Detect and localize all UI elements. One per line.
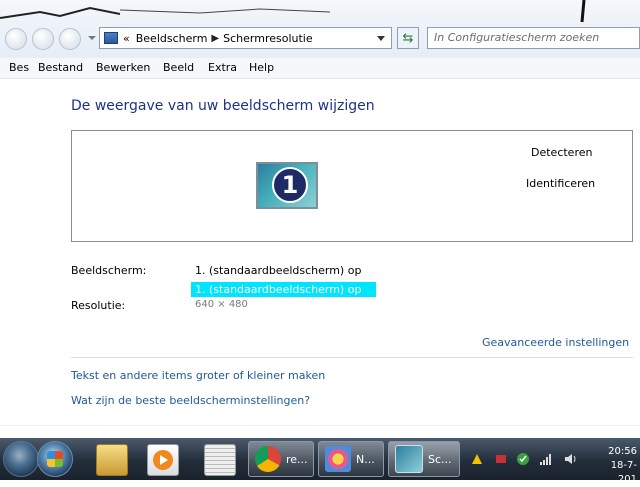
best-settings-link[interactable]: Wat zijn de beste beeldscherminstellinge…	[71, 394, 310, 407]
address-bar[interactable]: « Beeldscherm ▶ Schermresolutie	[99, 27, 392, 49]
taskbar-task-chrome[interactable]: re...	[248, 441, 314, 477]
clock-date: 18-7-201	[610, 460, 637, 485]
display-settings-icon	[395, 445, 423, 473]
decorative-scribble	[0, 0, 586, 23]
refresh-icon: ⇆	[402, 30, 414, 46]
explorer-icon[interactable]	[96, 444, 128, 476]
monitor-icon[interactable]: 1	[256, 162, 318, 209]
detect-button[interactable]: Detecteren	[531, 146, 592, 159]
resolution-label: Resolutie:	[71, 299, 126, 312]
menu-extra[interactable]: Extra	[208, 61, 237, 74]
divider	[71, 357, 633, 358]
menu-bestand[interactable]: Bestand	[38, 61, 83, 74]
monitor-arrangement-panel: 1 Detecteren Identificeren	[71, 130, 633, 242]
display-label: Beeldscherm:	[71, 264, 147, 277]
taskbar-task-schermresolutie[interactable]: Sc...	[388, 441, 460, 477]
taskbar-clock[interactable]: 20:56 18-7-201	[593, 445, 637, 487]
address-dropdown-icon[interactable]	[377, 36, 385, 41]
breadcrumb-schermresolutie[interactable]: Schermresolutie	[223, 32, 313, 45]
breadcrumb-prefix[interactable]: «	[123, 32, 130, 45]
task-label: re...	[286, 452, 308, 466]
taskbar: re... N... Sc...	[0, 438, 640, 480]
taskbar-task-paint[interactable]: N...	[318, 441, 384, 477]
page-title: De weergave van uw beeldscherm wijzigen	[71, 98, 375, 114]
menu-bar: Bes Bestand Bewerken Beeld Extra Help	[0, 58, 640, 79]
control-panel-icon	[104, 32, 118, 44]
menu-beeld[interactable]: Beeld	[163, 61, 194, 74]
breadcrumb-separator-icon[interactable]: ▶	[211, 33, 219, 44]
chevron-down-icon[interactable]	[88, 36, 96, 40]
display-select[interactable]: 1. (standaardbeeldscherm) op	[195, 264, 361, 277]
text-size-link[interactable]: Tekst en andere items groter of kleiner …	[71, 369, 325, 382]
monitor-number: 1	[272, 167, 308, 203]
recent-pages-button[interactable]	[59, 28, 81, 50]
display-option-selected[interactable]: 1. (standaardbeeldscherm) op	[191, 282, 376, 297]
clock-time: 20:56	[608, 446, 637, 457]
search-input[interactable]: In Configuratiescherm zoeken	[427, 27, 640, 49]
window-titlebar: « Beeldscherm ▶ Schermresolutie ⇆ In Con…	[0, 0, 640, 58]
volume-icon[interactable]	[563, 452, 577, 466]
security-icon[interactable]	[516, 452, 530, 466]
menu-bewerken[interactable]: Bewerken	[96, 61, 150, 74]
documents-icon[interactable]	[204, 444, 236, 476]
action-center-icon[interactable]	[470, 452, 484, 466]
identify-button[interactable]: Identificeren	[526, 177, 595, 190]
menu-help[interactable]: Help	[249, 61, 274, 74]
start-button[interactable]	[37, 441, 73, 477]
task-label: Sc...	[428, 452, 452, 466]
back-button[interactable]	[5, 28, 27, 50]
resolution-select[interactable]: 640 × 480	[195, 299, 248, 310]
windows-logo-icon[interactable]	[3, 441, 39, 477]
flag-icon[interactable]	[494, 452, 508, 466]
play-icon	[153, 450, 173, 470]
task-label: N...	[356, 452, 375, 466]
forward-button[interactable]	[32, 28, 54, 50]
content-bottom-divider	[0, 425, 640, 426]
refresh-button[interactable]: ⇆	[397, 27, 419, 49]
advanced-settings-link[interactable]: Geavanceerde instellingen	[482, 336, 629, 349]
windows-logo-icon	[47, 451, 63, 467]
chrome-icon	[255, 446, 281, 472]
paint-icon	[325, 446, 351, 472]
network-icon[interactable]	[539, 452, 553, 466]
breadcrumb-beeldscherm[interactable]: Beeldscherm	[136, 32, 208, 45]
media-player-icon[interactable]	[147, 444, 179, 476]
menu-bes[interactable]: Bes	[9, 61, 29, 74]
